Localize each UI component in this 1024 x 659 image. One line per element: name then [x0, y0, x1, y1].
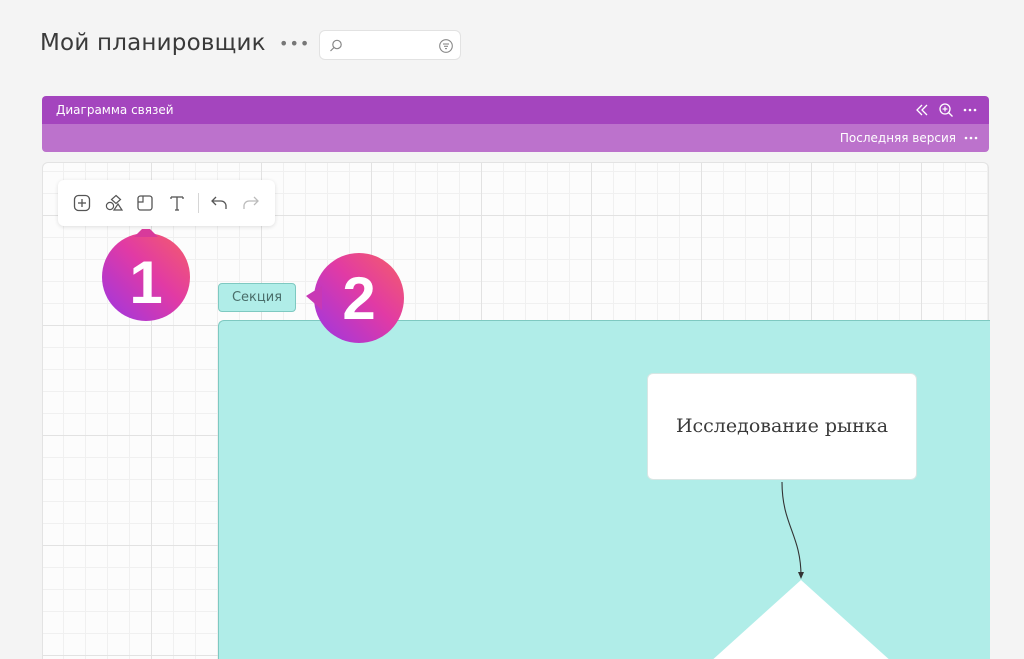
add-icon[interactable] [72, 193, 92, 213]
page-title: Мой планировщик [40, 30, 266, 56]
version-bar: Последняя версия [42, 124, 989, 152]
text-icon[interactable] [167, 193, 187, 213]
section-icon[interactable] [135, 193, 155, 213]
canvas-toolbar [58, 180, 275, 226]
shapes-icon[interactable] [104, 193, 124, 213]
toolbar-divider [198, 193, 199, 213]
callout-badge-1: 1 [101, 225, 191, 321]
section-label[interactable]: Секция [218, 283, 296, 312]
search-box[interactable] [319, 30, 461, 60]
zoom-in-icon[interactable] [938, 102, 954, 118]
search-input[interactable] [346, 35, 434, 55]
node-market-research[interactable]: Исследование рынка [647, 373, 917, 480]
diagram-panel-header: Диаграмма связей [42, 96, 989, 124]
panel-more-icon[interactable] [962, 102, 978, 118]
callout-badge-2: 2 [300, 252, 404, 344]
collapse-icon[interactable] [914, 102, 930, 118]
filter-icon[interactable] [438, 38, 454, 54]
decision-node[interactable] [700, 580, 903, 659]
connector-arrow[interactable] [760, 480, 820, 582]
panel-title: Диаграмма связей [56, 103, 174, 117]
undo-icon[interactable] [209, 193, 229, 213]
callout-number-2: 2 [342, 265, 376, 332]
callout-number-1: 1 [129, 249, 163, 316]
more-options-icon[interactable]: ••• [279, 34, 310, 54]
version-more-icon[interactable] [963, 130, 979, 146]
search-icon [330, 39, 342, 52]
redo-icon[interactable] [241, 193, 261, 213]
version-label[interactable]: Последняя версия [840, 131, 956, 145]
